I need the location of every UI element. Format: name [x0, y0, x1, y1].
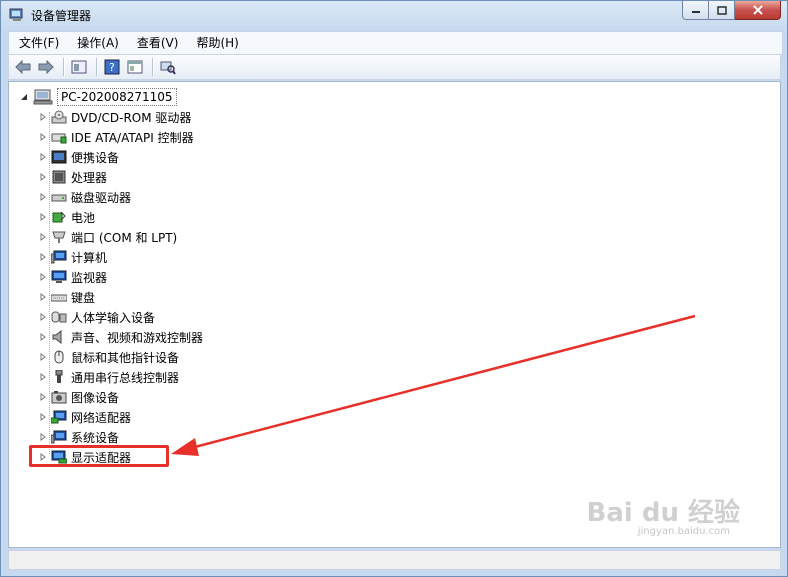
- close-icon: [752, 5, 763, 15]
- back-icon: [15, 60, 31, 74]
- device-manager-window: 设备管理器 文件(F) 操作(A) 查看(V) 帮助(H) ? PC-20200…: [0, 0, 788, 577]
- menu-action[interactable]: 操作(A): [67, 33, 127, 53]
- menu-help[interactable]: 帮助(H): [186, 33, 246, 53]
- toolbar-separator: [63, 58, 65, 76]
- help-button[interactable]: ?: [102, 57, 122, 77]
- annotation-arrow: [171, 314, 696, 456]
- view-icon: [127, 60, 143, 74]
- toolbar-separator: [152, 58, 154, 76]
- properties-button[interactable]: [69, 57, 89, 77]
- scan-icon: [160, 61, 176, 75]
- watermark: Bai du 经验: [586, 498, 741, 528]
- maximize-button[interactable]: [709, 1, 735, 20]
- toolbar: ?: [8, 54, 781, 80]
- close-button[interactable]: [735, 1, 781, 20]
- menu-file[interactable]: 文件(F): [9, 33, 67, 53]
- svg-text:?: ?: [109, 61, 115, 74]
- menu-view[interactable]: 查看(V): [127, 33, 187, 53]
- device-manager-icon: [9, 8, 23, 21]
- scan-button[interactable]: [158, 57, 178, 77]
- properties-icon: [71, 60, 87, 74]
- window-title: 设备管理器: [31, 9, 92, 23]
- forward-icon: [38, 60, 54, 74]
- forward-button[interactable]: [36, 57, 56, 77]
- watermark-sub: jingyan.baidu.com: [637, 526, 730, 537]
- status-bar: [8, 550, 781, 570]
- title-bar[interactable]: 设备管理器: [1, 1, 787, 29]
- device-tree[interactable]: PC-202008271105 DVD/CD-ROM 驱动器 IDE ATA/A…: [8, 81, 781, 548]
- maximize-icon: [716, 5, 727, 15]
- toolbar-separator: [96, 58, 98, 76]
- minimize-icon: [691, 11, 700, 13]
- menu-bar: 文件(F) 操作(A) 查看(V) 帮助(H): [8, 31, 783, 54]
- view-button[interactable]: [125, 57, 145, 77]
- back-button[interactable]: [13, 57, 33, 77]
- help-icon: ?: [104, 59, 120, 75]
- minimize-button[interactable]: [682, 1, 709, 20]
